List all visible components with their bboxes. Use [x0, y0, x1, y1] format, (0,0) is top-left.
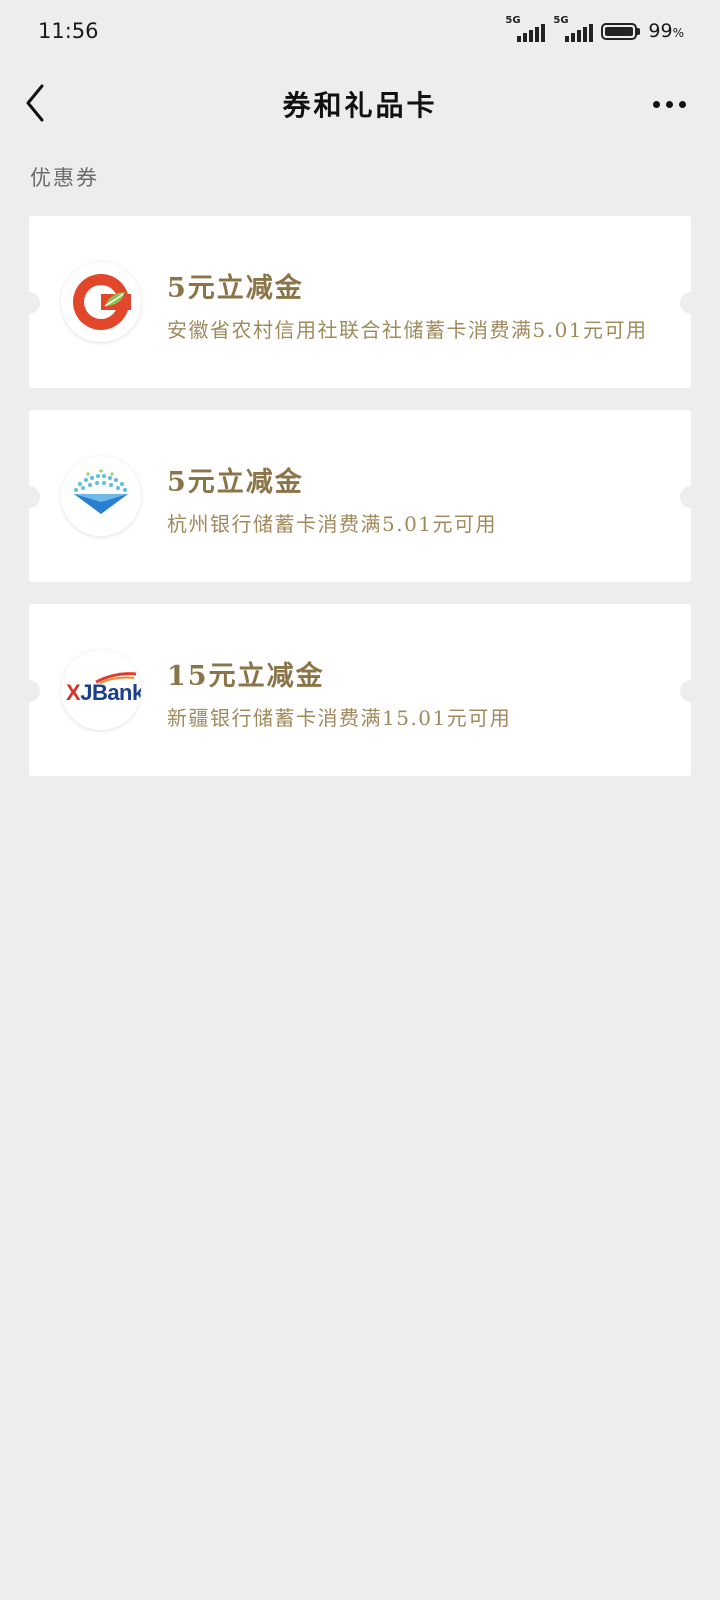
more-dot [678, 100, 686, 108]
more-dot [665, 100, 673, 108]
status-time: 11:56 [38, 19, 99, 43]
coupon-description: 杭州银行储蓄卡消费满5.01元可用 [167, 512, 498, 536]
xjbank-logo: XJBank [61, 650, 141, 730]
more-button[interactable] [644, 84, 694, 124]
coupon-list: 5元立减金 安徽省农村信用社联合社储蓄卡消费满5.01元可用 5元立减金 杭州银… [18, 216, 702, 798]
hangzhou-bank-logo [61, 456, 141, 536]
ticket-notch [680, 292, 702, 314]
ticket-notch [18, 680, 40, 702]
nav-bar: 券和礼品卡 [0, 64, 720, 142]
coupon-description: 安徽省农村信用社联合社储蓄卡消费满5.01元可用 [167, 318, 648, 342]
coupon-card[interactable]: XJBank 15元立减金 新疆银行储蓄卡消费满15.01元可用 [18, 604, 702, 776]
ticket-notch [680, 486, 702, 508]
ticket-notch [18, 486, 40, 508]
section-label-coupons: 优惠券 [30, 166, 99, 190]
coupon-title: 15元立减金 [167, 661, 325, 692]
page-title: 券和礼品卡 [282, 89, 438, 122]
coupon-title: 5元立减金 [167, 273, 304, 304]
ticket-notch [18, 292, 40, 314]
signal-icon: 5G [553, 15, 594, 44]
signal-icon: 5G [505, 15, 546, 44]
battery-percent: 99% [648, 20, 684, 42]
more-dot [652, 100, 660, 108]
status-icons: 5G 5G 99% [505, 15, 684, 44]
status-bar: 11:56 5G 5G 99% [0, 0, 720, 64]
xjbank-wordmark: XJBank [66, 680, 141, 705]
coupon-description: 新疆银行储蓄卡消费满15.01元可用 [167, 706, 512, 730]
coupon-card[interactable]: 5元立减金 安徽省农村信用社联合社储蓄卡消费满5.01元可用 [18, 216, 702, 388]
anhui-rural-credit-logo [61, 262, 141, 342]
ticket-notch [680, 680, 702, 702]
battery-icon [601, 22, 641, 40]
coupon-card[interactable]: 5元立减金 杭州银行储蓄卡消费满5.01元可用 [18, 410, 702, 582]
coupon-title: 5元立减金 [167, 467, 304, 498]
